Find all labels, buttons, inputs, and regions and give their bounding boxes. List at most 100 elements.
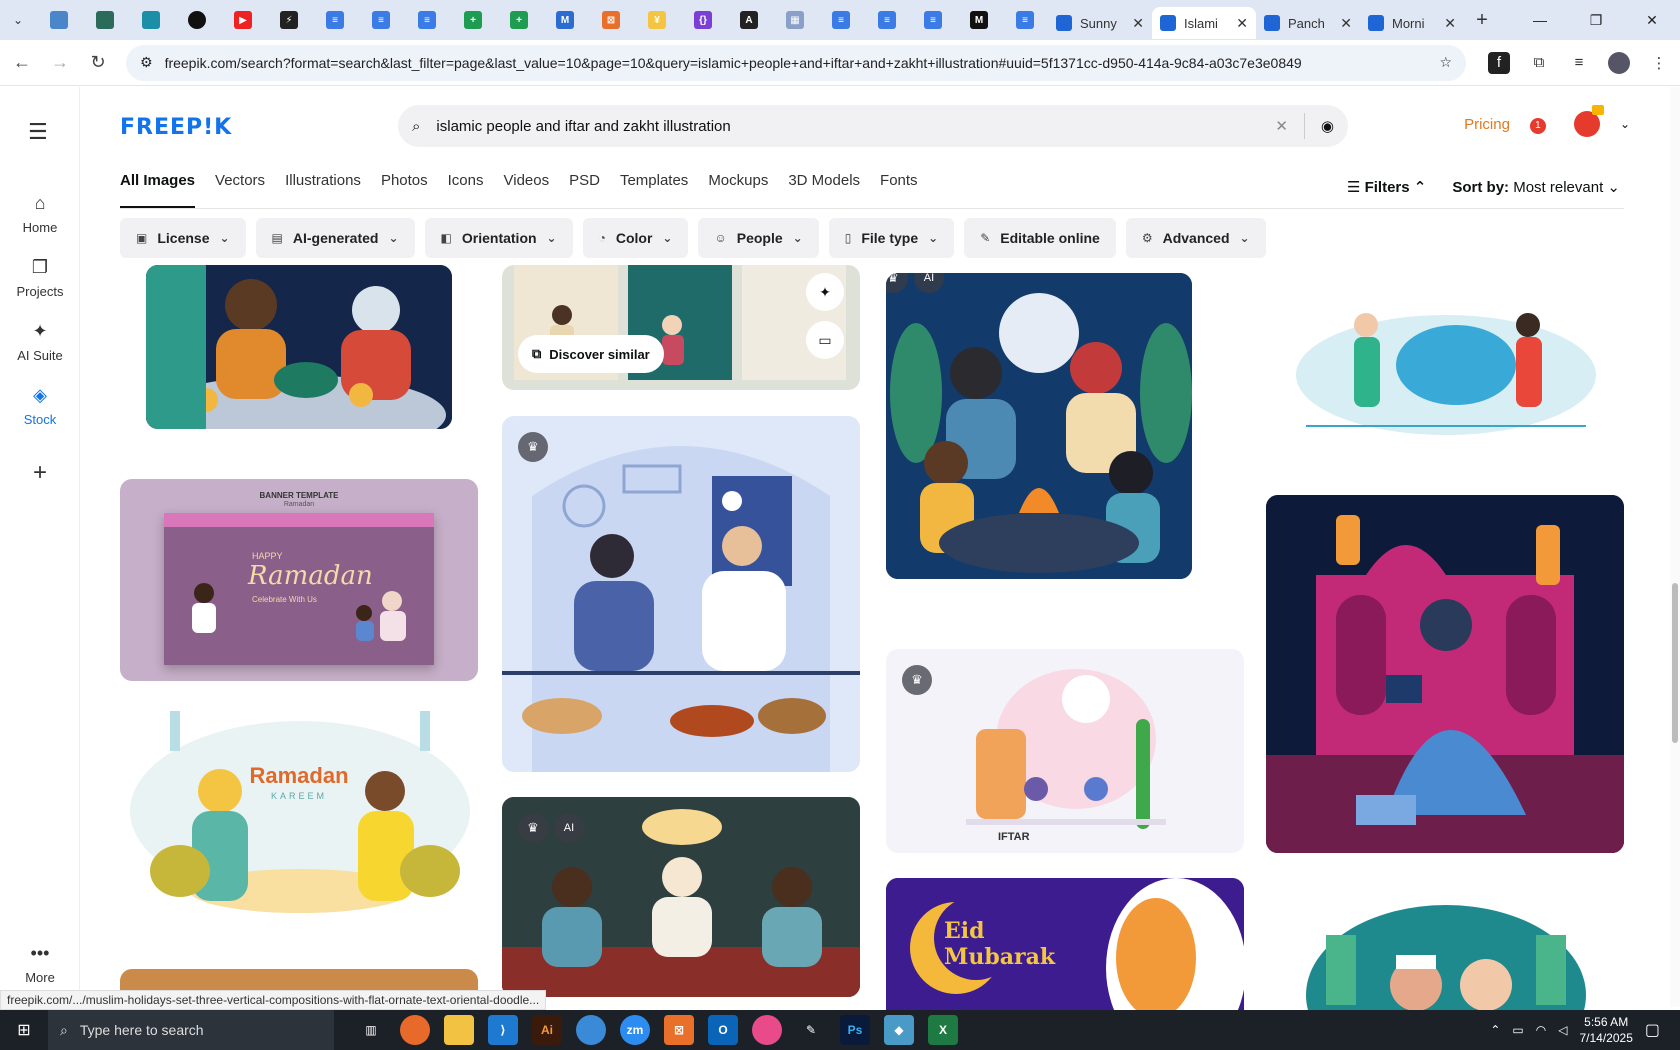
- tab-illustrations[interactable]: Illustrations: [285, 172, 361, 208]
- pinned-tab[interactable]: ≡: [864, 0, 910, 40]
- restore-icon[interactable]: ❐: [1568, 0, 1624, 40]
- pinned-tab[interactable]: ¥: [634, 0, 680, 40]
- close-window-icon[interactable]: ✕: [1624, 0, 1680, 40]
- pen-icon[interactable]: ✎: [796, 1015, 826, 1045]
- reload-icon[interactable]: ↻: [82, 47, 114, 79]
- rail-item-stock[interactable]: ◈ Stock: [0, 385, 80, 427]
- pinned-tab[interactable]: ≡: [910, 0, 956, 40]
- pinned-tab[interactable]: M: [956, 0, 1002, 40]
- pinned-tab[interactable]: [174, 0, 220, 40]
- pinned-tab[interactable]: ⊠: [588, 0, 634, 40]
- result-card[interactable]: ♛: [502, 416, 860, 772]
- page-scrollbar[interactable]: [1670, 87, 1680, 1007]
- photoshop-icon[interactable]: Ps: [840, 1015, 870, 1045]
- new-tab-button[interactable]: +: [1464, 9, 1500, 32]
- tab-photos[interactable]: Photos: [381, 172, 428, 208]
- discover-similar-button[interactable]: ⧉ Discover similar: [518, 335, 664, 373]
- search-bar[interactable]: ⌕ islamic people and iftar and zakht ill…: [398, 105, 1348, 147]
- excel-icon[interactable]: X: [928, 1015, 958, 1045]
- pinned-tab[interactable]: [82, 0, 128, 40]
- bookmark-star-icon[interactable]: ☆: [1439, 54, 1452, 71]
- tab-all-images[interactable]: All Images: [120, 172, 196, 208]
- avatar[interactable]: [1573, 105, 1604, 137]
- bell-icon[interactable]: 1: [1529, 112, 1554, 136]
- tab-search-button[interactable]: ⌄: [0, 0, 36, 40]
- tab-panch[interactable]: Panch ✕: [1256, 7, 1360, 39]
- rail-item-projects[interactable]: ❐ Projects: [0, 257, 80, 299]
- rail-add-button[interactable]: +: [0, 459, 80, 487]
- pinned-tab[interactable]: ▶: [220, 0, 266, 40]
- illustrator-icon[interactable]: Ai: [532, 1015, 562, 1045]
- taskbar-search-input[interactable]: ⌕ Type here to search: [48, 1010, 334, 1050]
- filter-orientation[interactable]: ◧ Orientation ⌄: [424, 218, 573, 258]
- scrollbar-thumb[interactable]: [1672, 583, 1678, 743]
- app-icon[interactable]: [752, 1015, 782, 1045]
- result-card[interactable]: [1266, 895, 1624, 1010]
- freepik-logo[interactable]: FREEP!K: [120, 115, 232, 140]
- firefox-icon[interactable]: [400, 1015, 430, 1045]
- pinned-tab[interactable]: ≡: [1002, 0, 1048, 40]
- result-card[interactable]: ⧉ Discover similar ✦ ▭: [502, 265, 860, 390]
- pinned-tab[interactable]: [36, 0, 82, 40]
- pinned-tab[interactable]: M: [542, 0, 588, 40]
- tab-morni[interactable]: Morni ✕: [1360, 7, 1464, 39]
- tab-3d-models[interactable]: 3D Models: [788, 172, 860, 208]
- wifi-icon[interactable]: ◠: [1536, 1023, 1546, 1037]
- close-icon[interactable]: ✕: [1444, 15, 1456, 32]
- tab-mockups[interactable]: Mockups: [708, 172, 768, 208]
- profile-avatar[interactable]: [1608, 51, 1630, 74]
- pinned-tab[interactable]: ≡: [358, 0, 404, 40]
- tab-sunny[interactable]: Sunny ✕: [1048, 7, 1152, 39]
- media-icon[interactable]: ≡: [1568, 52, 1590, 74]
- windows-start-icon[interactable]: ⊞: [0, 1010, 48, 1050]
- task-view-icon[interactable]: ▥: [356, 1015, 386, 1045]
- save-to-collection-button[interactable]: ▭: [806, 321, 844, 359]
- filter-advanced[interactable]: ⚙ Advanced ⌄: [1125, 218, 1266, 258]
- result-card[interactable]: Ramadan KAREEM: [120, 701, 478, 917]
- kebab-menu-icon[interactable]: ⋮: [1648, 52, 1670, 74]
- zoom-icon[interactable]: zm: [620, 1015, 650, 1045]
- chrome-icon[interactable]: [576, 1015, 606, 1045]
- chevron-up-icon[interactable]: ⌃: [1490, 1023, 1500, 1037]
- file-explorer-icon[interactable]: [444, 1015, 474, 1045]
- tab-psd[interactable]: PSD: [569, 172, 600, 208]
- rail-item-home[interactable]: ⌂ Home: [0, 193, 80, 235]
- pinned-tab[interactable]: A: [726, 0, 772, 40]
- site-info-icon[interactable]: ⚙: [140, 54, 153, 71]
- clock[interactable]: 5:56 AM 7/14/2025: [1579, 1014, 1632, 1046]
- sort-dropdown[interactable]: Most relevant: [1513, 179, 1603, 196]
- result-card[interactable]: IFTAR ♛: [886, 649, 1244, 853]
- tab-videos[interactable]: Videos: [504, 172, 550, 208]
- pricing-link[interactable]: Pricing: [1464, 116, 1510, 133]
- filter-people[interactable]: ☺ People ⌄: [698, 218, 819, 258]
- filter-editable-online[interactable]: ✎ Editable online: [964, 218, 1116, 258]
- close-icon[interactable]: ✕: [1340, 15, 1352, 32]
- result-card[interactable]: Eid Mubarak: [886, 878, 1244, 1010]
- tab-vectors[interactable]: Vectors: [215, 172, 265, 208]
- filter-license[interactable]: ▣ License ⌄: [120, 218, 246, 258]
- clear-icon[interactable]: ✕: [1275, 117, 1288, 135]
- chevron-down-icon[interactable]: ⌄: [1620, 117, 1630, 131]
- network-icon[interactable]: ▭: [1512, 1023, 1523, 1037]
- close-icon[interactable]: ✕: [1132, 15, 1144, 32]
- pinned-tab[interactable]: +: [496, 0, 542, 40]
- filter-file-type[interactable]: ▯ File type ⌄: [828, 218, 955, 258]
- app-icon[interactable]: ◆: [884, 1015, 914, 1045]
- pinned-tab[interactable]: ≡: [404, 0, 450, 40]
- close-icon[interactable]: ✕: [1236, 15, 1248, 32]
- pinned-tab[interactable]: +: [450, 0, 496, 40]
- speaker-icon[interactable]: ◁: [1558, 1023, 1567, 1037]
- forward-icon[interactable]: →: [44, 47, 76, 79]
- result-card[interactable]: BANNER TEMPLATE Ramadan HAPPY Ramadan Ce…: [120, 479, 478, 681]
- hamburger-icon[interactable]: ☰: [28, 119, 48, 145]
- filter-color[interactable]: ◔ Color ⌄: [582, 218, 689, 258]
- pinned-tab[interactable]: ≡: [312, 0, 358, 40]
- result-card[interactable]: [1266, 495, 1624, 853]
- camera-icon[interactable]: ◉: [1321, 117, 1334, 135]
- tab-icons[interactable]: Icons: [448, 172, 484, 208]
- tab-templates[interactable]: Templates: [620, 172, 688, 208]
- filters-toggle[interactable]: ☰ Filters ⌃: [1347, 178, 1426, 196]
- pinned-tab[interactable]: ≡: [818, 0, 864, 40]
- outlook-icon[interactable]: O: [708, 1015, 738, 1045]
- back-icon[interactable]: ←: [6, 47, 38, 79]
